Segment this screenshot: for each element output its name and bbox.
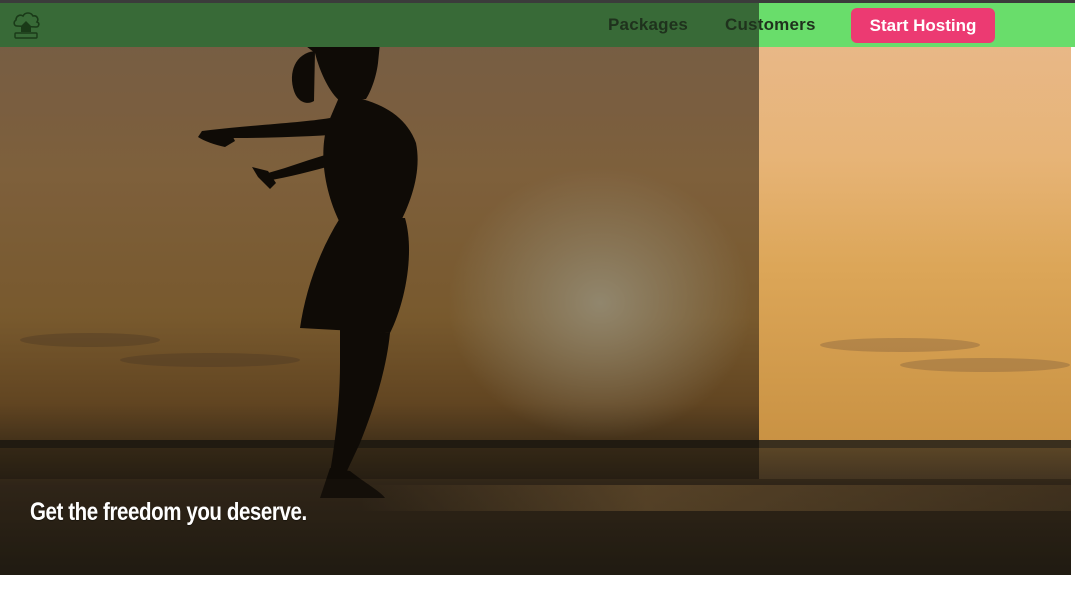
- hero-tagline: Get the freedom you deserve.: [30, 498, 307, 526]
- nav-link-customers[interactable]: Customers: [725, 15, 816, 35]
- cloud: [820, 338, 980, 352]
- top-nav: Packages Customers Start Hosting: [0, 3, 1075, 47]
- hero-sky-right: [759, 3, 1075, 443]
- cloud-house-icon[interactable]: [11, 10, 41, 40]
- hero-dark-overlay: [0, 3, 759, 479]
- start-hosting-button[interactable]: Start Hosting: [851, 8, 995, 43]
- hero-banner: Get the freedom you deserve.: [0, 3, 1075, 575]
- cloud: [900, 358, 1070, 372]
- hero-bottom-overlay: [0, 479, 1075, 575]
- page-edge: [1071, 47, 1075, 598]
- nav-link-packages[interactable]: Packages: [608, 15, 688, 35]
